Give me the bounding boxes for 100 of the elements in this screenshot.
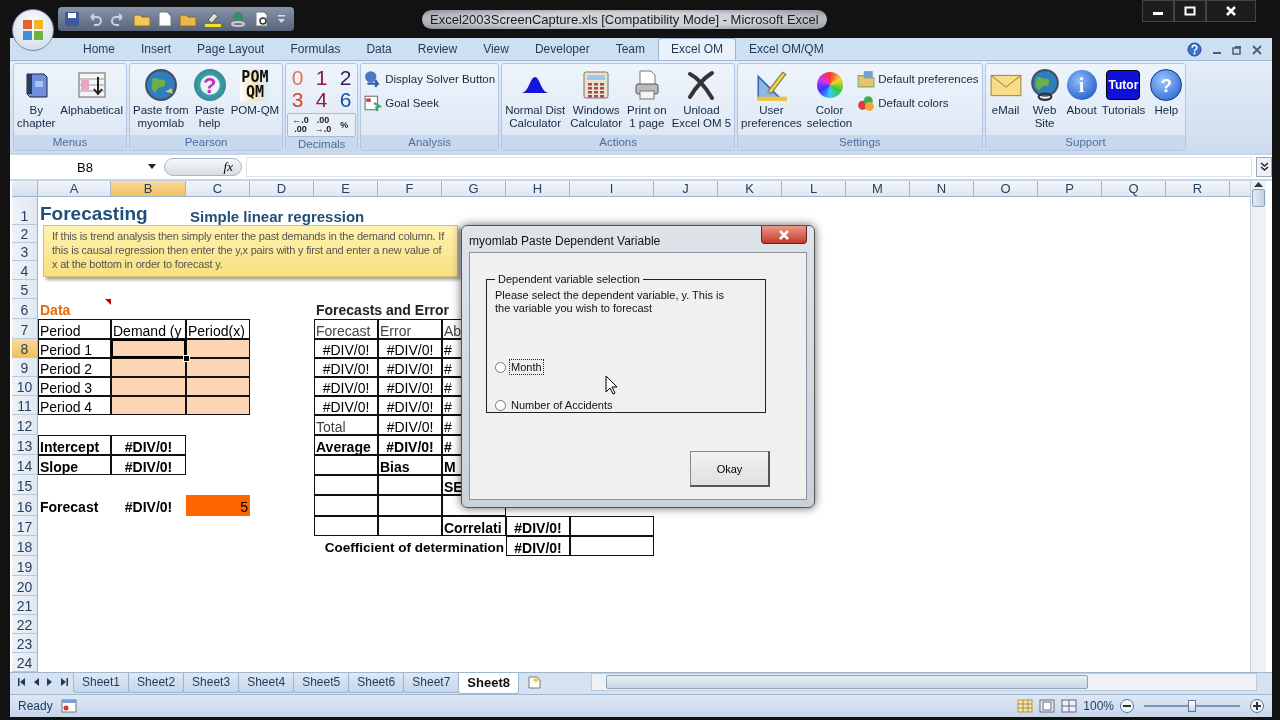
row-header[interactable]: 2 [12,225,38,243]
input-cell[interactable] [186,339,250,358]
highlighter-icon[interactable] [204,11,222,27]
ribbon-button[interactable]: Alphabetical [58,67,125,118]
row-header[interactable]: 18 [12,536,38,556]
ribbon-tab[interactable]: Developer [521,38,603,60]
ribbon-tab[interactable]: Insert [128,38,185,60]
close-icon[interactable] [1252,44,1262,55]
page-break-icon[interactable] [1061,699,1078,713]
vertical-scrollbar[interactable] [1250,181,1266,672]
input-cell[interactable]: 5 [186,495,250,516]
input-cell[interactable] [111,377,186,396]
restore-icon[interactable] [1232,44,1242,55]
fill-handle[interactable] [183,355,190,362]
digit-button[interactable]: 1 [311,67,332,89]
row-header[interactable]: 11 [12,396,38,415]
ribbon-button[interactable]: User preferences [739,67,804,131]
row-header[interactable]: 19 [12,556,38,576]
ribbon-button[interactable]: ? Help [1148,67,1185,118]
expand-button[interactable] [1256,157,1272,177]
radio-label[interactable]: Number of Accidents [509,397,615,413]
row-header[interactable]: 5 [12,280,38,299]
ribbon-button[interactable]: Tutor Tutorials [1099,67,1148,118]
ribbon-button[interactable]: Display Solver Button [362,69,498,89]
ribbon-button[interactable]: Goal Seek [362,93,498,113]
sheet-tab[interactable]: Sheet6 [348,673,405,693]
column-header[interactable]: R [1166,181,1230,197]
radio-button[interactable] [495,399,506,411]
horizontal-scrollbar[interactable] [590,673,1257,691]
folder-icon[interactable] [179,11,197,27]
column-header[interactable]: F [378,181,442,197]
row-header[interactable]: 22 [12,615,38,634]
row-header[interactable]: 23 [12,634,38,653]
column-header[interactable]: M [846,181,910,197]
sheet-tab[interactable]: Sheet1 [73,673,130,693]
scrollbar-thumb[interactable] [605,675,1088,689]
ribbon-button[interactable]: Paste from myomlab [131,67,191,131]
minimize-button[interactable] [1142,0,1174,22]
column-header[interactable]: N [910,181,974,197]
page-layout-icon[interactable] [1039,699,1056,713]
column-header[interactable]: B [111,181,186,197]
ribbon-tab[interactable]: Page Layout [184,38,278,60]
save-icon[interactable] [64,11,80,27]
office-button[interactable] [12,9,54,51]
ribbon-button[interactable]: Print on 1 page [625,67,669,131]
scrollbar-thumb[interactable] [1252,189,1265,207]
ribbon-button[interactable]: Color selection [804,67,855,131]
row-header[interactable]: 13 [12,435,38,455]
row-header[interactable]: 21 [12,596,38,615]
column-header[interactable]: P [1038,181,1102,197]
column-header[interactable]: C [186,181,250,197]
row-header[interactable]: 17 [12,516,38,536]
digit-button[interactable]: 6 [335,89,356,111]
row-header[interactable]: 1 [12,197,38,225]
ribbon-button[interactable]: POM QM POM-QM [228,67,282,118]
ribbon-button[interactable]: eMail [986,67,1025,118]
row-header[interactable]: 10 [12,377,38,396]
zoom-in-button[interactable] [1250,699,1264,713]
input-cell[interactable] [186,396,250,415]
ribbon-button[interactable]: ? Paste help [191,67,228,131]
close-button[interactable] [1206,0,1256,22]
sheet-nav-icon[interactable] [60,677,68,687]
decimal-button[interactable]: % [335,115,354,135]
sheet-tab[interactable]: Sheet5 [293,673,350,693]
digit-button[interactable]: 3 [287,89,308,111]
ribbon-button[interactable]: Default colors [855,93,981,113]
input-cell[interactable] [111,396,186,415]
radio-button[interactable] [495,361,506,373]
column-header[interactable]: K [718,181,782,197]
ribbon-tab[interactable]: Formulas [277,38,354,60]
row-header[interactable]: 12 [12,415,38,435]
function-button[interactable]: fx [164,158,242,176]
sheet-tab[interactable]: Sheet3 [183,673,240,693]
link-icon[interactable] [229,11,247,27]
folder-icon[interactable] [133,11,151,27]
maximize-button[interactable] [1174,0,1206,22]
sheet-tab[interactable]: Sheet2 [128,673,185,693]
column-header[interactable]: L [782,181,846,197]
column-header[interactable]: D [250,181,314,197]
input-cell[interactable] [111,358,186,377]
row-header[interactable]: 3 [12,243,38,261]
sheet-nav-icon[interactable] [18,677,26,687]
input-cell[interactable] [186,377,250,396]
radio-label[interactable]: Month [509,359,544,375]
row-header[interactable]: 16 [12,495,38,516]
column-header[interactable]: Q [1102,181,1166,197]
row-header[interactable]: 4 [12,261,38,280]
column-header[interactable]: H [506,181,570,197]
column-header[interactable]: A [38,181,111,197]
dropdown-icon[interactable] [277,14,286,24]
row-header[interactable]: 6 [12,299,38,319]
ribbon-tab[interactable]: Excel OM [658,38,736,60]
ribbon-button[interactable]: Windows Calculator [568,67,624,131]
column-header[interactable]: E [314,181,378,197]
row-header[interactable]: 20 [12,576,38,596]
ribbon-tab[interactable]: Home [70,38,128,60]
macro-record-icon[interactable] [60,699,77,713]
decimal-button[interactable]: ←.0 .00 [290,115,311,135]
column-header[interactable]: G [442,181,506,197]
column-header[interactable]: I [570,181,654,197]
